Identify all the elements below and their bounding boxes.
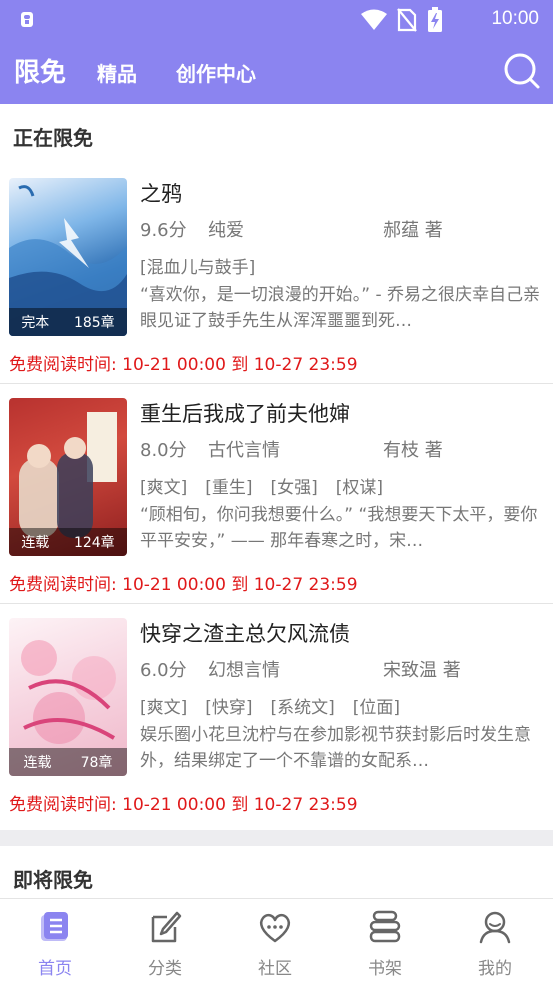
book-item[interactable]: 连载 124章 重生后我成了前夫他婶 8.0分 古代言情 有枝 著 [爽文] [… xyxy=(0,384,553,604)
book-tag: [爽文] xyxy=(140,478,188,498)
upcoming-section-card: 即将限免 xyxy=(0,846,553,898)
tab-free[interactable]: 限免 xyxy=(14,52,66,89)
bottom-nav: 首页 分类 社区 书架 我的 xyxy=(0,898,553,983)
book-intro: 娱乐圈小花旦沈柠与在参加影视节获封影后时发生意外，结果绑定了一个不靠谱的女配系… xyxy=(140,725,531,771)
book-item[interactable]: 完本 185章 之鸦 9.6分 纯爱 郝蕴 著 [混血儿与鼓手] “喜欢你，是一… xyxy=(0,164,553,384)
tab-premium[interactable]: 精品 xyxy=(97,58,137,87)
nav-profile[interactable]: 我的 xyxy=(440,899,550,983)
no-sim-icon xyxy=(397,8,417,32)
book-tag: [女强] xyxy=(270,478,318,498)
section-title-upcoming: 即将限免 xyxy=(13,868,93,892)
home-book-icon xyxy=(41,912,68,941)
chapter-count: 78章 xyxy=(80,755,113,771)
book-tag: [爽文] xyxy=(140,698,188,718)
free-reading-time: 免费阅读时间: 10-21 00:00 到 10-27 23:59 xyxy=(9,575,358,595)
nav-label: 社区 xyxy=(258,959,292,979)
book-title[interactable]: 快穿之渣主总欠风流债 xyxy=(140,618,350,648)
chapter-count: 185章 xyxy=(73,315,115,331)
chapter-count: 124章 xyxy=(73,535,115,551)
nav-community[interactable]: 社区 xyxy=(220,899,330,983)
lock-icon xyxy=(21,12,33,27)
book-tags: [混血儿与鼓手] xyxy=(140,253,255,278)
book-tags: [爽文] [快穿] [系统文] [位面] xyxy=(140,693,400,718)
nav-home[interactable]: 首页 xyxy=(0,899,110,983)
nav-label: 首页 xyxy=(38,959,72,979)
book-item[interactable]: 连载 78章 快穿之渣主总欠风流债 6.0分 幻想言情 宋致温 著 [爽文] [… xyxy=(0,604,553,824)
book-score: 8.0分 xyxy=(140,440,187,461)
search-icon[interactable] xyxy=(503,52,541,90)
book-score: 6.0分 xyxy=(140,660,187,681)
system-icons xyxy=(361,7,443,33)
book-author: 郝蕴 著 xyxy=(383,220,443,241)
profile-icon xyxy=(479,911,511,944)
nav-label: 分类 xyxy=(148,959,182,979)
category-pen-icon xyxy=(151,911,182,943)
battery-charging-icon xyxy=(428,7,442,32)
book-intro: “顾相旬，你问我想要什么。” “我想要天下太平，要你平平安安，” —— 那年春寒… xyxy=(140,505,538,551)
cover-caption: 完本 185章 xyxy=(9,308,127,336)
book-genre: 古代言情 xyxy=(208,440,280,461)
book-tag: [权谋] xyxy=(335,478,384,498)
bookshelf-icon xyxy=(369,910,401,943)
wifi-icon xyxy=(361,9,387,30)
tab-creation-center[interactable]: 创作中心 xyxy=(176,58,256,87)
top-nav: 限免 精品 创作中心 xyxy=(0,38,553,104)
book-cover[interactable]: 连载 124章 xyxy=(9,398,127,556)
clock-time: 10:00 xyxy=(491,8,539,29)
book-score: 9.6分 xyxy=(140,220,187,241)
cover-caption: 连载 124章 xyxy=(9,528,127,556)
book-status: 连载 xyxy=(23,755,52,771)
free-reading-time: 免费阅读时间: 10-21 00:00 到 10-27 23:59 xyxy=(9,795,358,815)
book-intro: “喜欢你，是一切浪漫的开始。” - 乔易之很庆幸自己亲眼见证了鼓手先生从浑浑噩噩… xyxy=(140,285,541,331)
book-title[interactable]: 之鸦 xyxy=(140,178,182,208)
nav-bookshelf[interactable]: 书架 xyxy=(330,899,440,983)
book-author: 宋致温 著 xyxy=(383,660,461,681)
status-bar: 10:00 xyxy=(0,0,553,38)
book-author: 有枝 著 xyxy=(383,440,443,461)
community-heart-icon xyxy=(259,913,291,943)
book-status: 连载 xyxy=(21,535,50,551)
book-genre: 幻想言情 xyxy=(208,660,280,681)
free-section-card: 正在限免 完本 185章 之鸦 9.6分 纯爱 郝蕴 著 [混血儿与鼓手] “喜… xyxy=(0,104,553,830)
nav-category[interactable]: 分类 xyxy=(110,899,220,983)
book-tag: [系统文] xyxy=(270,698,335,718)
book-tag: [位面] xyxy=(352,698,401,718)
book-tag: [快穿] xyxy=(205,698,253,718)
book-cover[interactable]: 完本 185章 xyxy=(9,178,127,336)
book-status: 完本 xyxy=(21,315,50,331)
book-tag: [重生] xyxy=(205,478,253,498)
book-tags: [爽文] [重生] [女强] [权谋] xyxy=(140,473,383,498)
nav-label: 书架 xyxy=(368,959,402,979)
main-content[interactable]: 正在限免 完本 185章 之鸦 9.6分 纯爱 郝蕴 著 [混血儿与鼓手] “喜… xyxy=(0,104,553,898)
section-title-free: 正在限免 xyxy=(13,126,93,150)
book-title[interactable]: 重生后我成了前夫他婶 xyxy=(140,398,350,428)
nav-label: 我的 xyxy=(478,959,512,979)
book-cover[interactable]: 连载 78章 xyxy=(9,618,127,776)
book-genre: 纯爱 xyxy=(208,220,244,241)
free-reading-time: 免费阅读时间: 10-21 00:00 到 10-27 23:59 xyxy=(9,355,358,375)
cover-caption: 连载 78章 xyxy=(9,748,127,776)
book-tag: [混血儿与鼓手] xyxy=(140,258,256,278)
